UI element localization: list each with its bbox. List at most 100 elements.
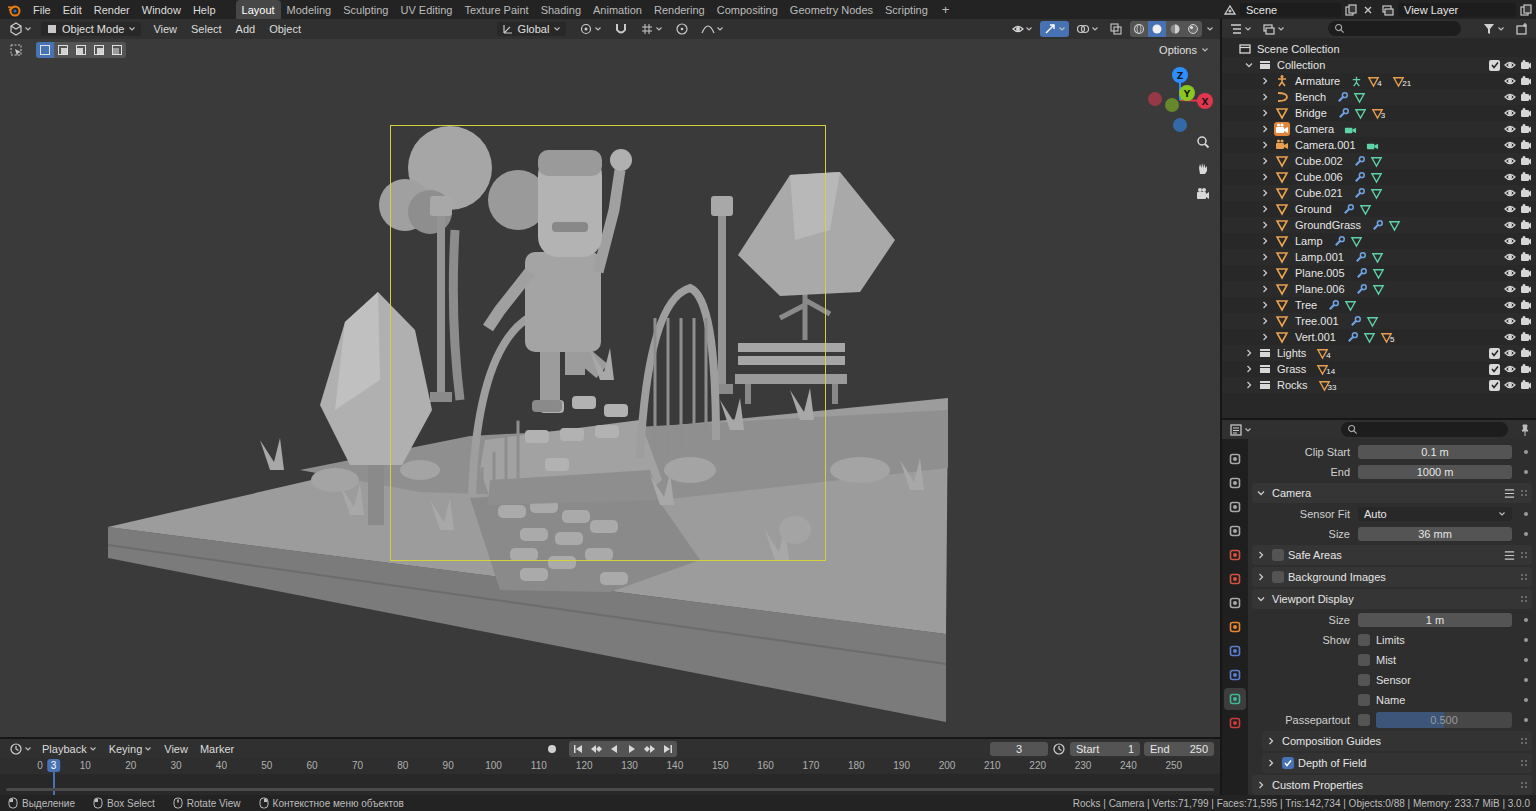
eye-icon[interactable] (1504, 299, 1516, 311)
play-reverse-button[interactable] (605, 741, 623, 757)
render-camera-icon[interactable] (1520, 91, 1532, 103)
render-camera-icon[interactable] (1520, 331, 1532, 343)
collapsed-arrow-icon[interactable] (1244, 380, 1254, 390)
timeline-body[interactable] (0, 774, 1220, 795)
jump-end-button[interactable] (659, 741, 677, 757)
menu-item[interactable]: Render (88, 4, 136, 16)
keyframe-decorator[interactable] (1524, 618, 1528, 622)
modifier-wrench-icon[interactable] (1354, 251, 1367, 264)
mesh-data-icon[interactable] (1388, 219, 1401, 232)
checkbox-option[interactable]: Limits (1358, 634, 1512, 646)
presets-icon[interactable] (1503, 549, 1516, 562)
checkbox[interactable] (1358, 714, 1370, 726)
keyframe-decorator[interactable] (1524, 532, 1528, 536)
panel-header[interactable]: Viewport Display (1252, 589, 1532, 609)
child-count-badge[interactable]: 14 (1316, 363, 1337, 376)
render-camera-icon[interactable] (1520, 139, 1532, 151)
eye-icon[interactable] (1504, 347, 1516, 359)
mesh-data-icon[interactable] (1372, 283, 1385, 296)
eye-icon[interactable] (1504, 315, 1516, 327)
scene-icon[interactable] (1223, 3, 1237, 17)
keyframe-decorator[interactable] (1524, 638, 1528, 642)
mesh-data-icon[interactable] (1353, 91, 1366, 104)
mesh-data-icon[interactable] (1371, 251, 1384, 264)
orientation-dropdown[interactable]: Global (497, 22, 567, 36)
camera-frame[interactable] (391, 126, 826, 561)
falloff-button[interactable] (698, 21, 727, 37)
render-camera-icon[interactable] (1520, 155, 1532, 167)
render-camera-icon[interactable] (1520, 107, 1532, 119)
render-camera-icon[interactable] (1520, 363, 1532, 375)
panel-header[interactable]: Safe Areas (1252, 545, 1532, 565)
pin-icon[interactable] (1518, 423, 1532, 437)
panel-header[interactable]: Composition Guides (1262, 731, 1532, 751)
menu-item[interactable]: Help (187, 4, 222, 16)
workspace-tab[interactable]: Layout (236, 0, 281, 19)
properties-tab[interactable] (1224, 544, 1246, 566)
menu-item[interactable]: File (27, 4, 57, 16)
outliner-row[interactable]: Tree.001 (1222, 313, 1536, 329)
properties-search[interactable] (1341, 422, 1508, 437)
modifier-wrench-icon[interactable] (1346, 331, 1359, 344)
auto-keying-button[interactable] (543, 742, 561, 756)
camera-view-button[interactable] (1192, 183, 1214, 205)
outliner-row[interactable]: Rocks 33 (1222, 377, 1536, 393)
eye-icon[interactable] (1504, 171, 1516, 183)
collapsed-arrow-icon[interactable] (1260, 76, 1270, 86)
jump-keyframe-back-button[interactable] (587, 741, 605, 757)
outliner-row[interactable]: Cube.002 (1222, 153, 1536, 169)
workspace-tab[interactable]: Geometry Nodes (784, 0, 879, 19)
menu-item[interactable]: Edit (57, 4, 88, 16)
modifier-wrench-icon[interactable] (1342, 203, 1355, 216)
mesh-data-icon[interactable] (1354, 107, 1367, 120)
render-camera-icon[interactable] (1520, 219, 1532, 231)
3d-viewport[interactable]: Object Mode ViewSelectAddObject Global O… (0, 19, 1220, 737)
drag-grip[interactable] (1520, 551, 1528, 559)
playhead[interactable]: 3 (47, 759, 61, 772)
drag-grip[interactable] (1520, 737, 1528, 745)
duplicate-icon[interactable] (1344, 3, 1358, 17)
mode-dropdown[interactable]: Object Mode (41, 22, 141, 36)
outliner-row[interactable]: Scene Collection (1222, 41, 1536, 57)
horizontal-scrollbar[interactable] (6, 788, 1214, 791)
outliner-row[interactable]: Lamp (1222, 233, 1536, 249)
collapsed-arrow-icon[interactable] (1260, 252, 1270, 262)
collapsed-arrow-icon[interactable] (1256, 780, 1266, 790)
eye-icon[interactable] (1504, 363, 1516, 375)
timeline-menu[interactable]: View (159, 743, 193, 755)
shading-mode-button[interactable] (1148, 21, 1166, 37)
child-count-badge[interactable]: 5 (1380, 331, 1401, 344)
eye-icon[interactable] (1504, 155, 1516, 167)
snap-button[interactable] (611, 21, 631, 37)
modifier-wrench-icon[interactable] (1336, 91, 1349, 104)
expanded-arrow-icon[interactable] (1244, 60, 1254, 70)
presets-icon[interactable] (1503, 487, 1516, 500)
drag-grip[interactable] (1520, 781, 1528, 789)
panel-header[interactable]: Background Images (1252, 567, 1532, 587)
current-frame-field[interactable]: 3 (990, 742, 1048, 756)
panel-header[interactable]: Custom Properties (1252, 775, 1532, 795)
outliner-row[interactable]: Plane.005 (1222, 265, 1536, 281)
modifier-wrench-icon[interactable] (1327, 299, 1340, 312)
bench[interactable] (735, 343, 847, 404)
eye-icon[interactable] (1504, 267, 1516, 279)
eye-icon[interactable] (1504, 283, 1516, 295)
mesh-data-icon[interactable] (1344, 299, 1357, 312)
collapsed-arrow-icon[interactable] (1260, 220, 1270, 230)
xray-button[interactable] (1106, 21, 1126, 37)
render-camera-icon[interactable] (1520, 267, 1532, 279)
render-camera-icon[interactable] (1520, 171, 1532, 183)
new-collection-button[interactable] (1512, 21, 1532, 37)
collapsed-arrow-icon[interactable] (1260, 188, 1270, 198)
outliner-search[interactable] (1328, 21, 1461, 36)
view-layer-icon[interactable] (1381, 3, 1395, 17)
scene-field[interactable]: Scene (1240, 3, 1341, 17)
shading-mode-button[interactable] (1130, 21, 1148, 37)
character[interactable] (488, 149, 632, 412)
render-camera-icon[interactable] (1520, 235, 1532, 247)
outliner-row[interactable]: Camera.001 (1222, 137, 1536, 153)
pivot-button[interactable] (576, 21, 605, 37)
outliner-row[interactable]: Vert.001 5 (1222, 329, 1536, 345)
eye-icon[interactable] (1504, 59, 1516, 71)
collapsed-arrow-icon[interactable] (1266, 758, 1276, 768)
